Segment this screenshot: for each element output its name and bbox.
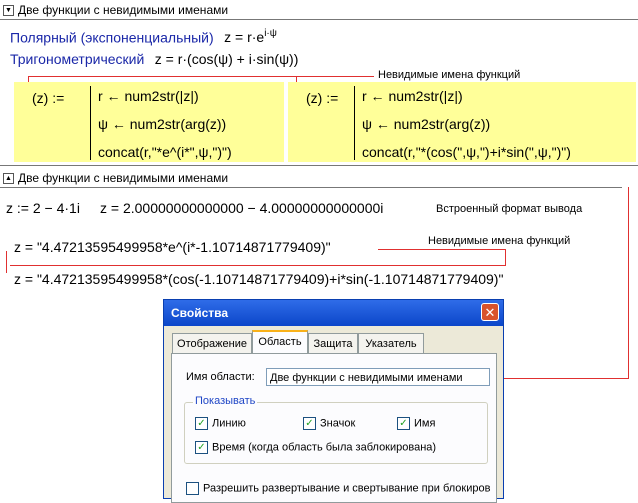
annotation2-connector <box>378 249 506 250</box>
dialog-titlebar[interactable]: Свойства ✕ <box>164 300 503 326</box>
checkbox-line[interactable]: ✓ Линию <box>195 417 246 430</box>
checkbox-time[interactable]: ✓ Время (когда область была заблокирована… <box>195 441 436 454</box>
program-bracket <box>354 86 355 160</box>
check-icon: ✓ <box>397 417 410 430</box>
function-head: (z) := <box>32 90 65 106</box>
program-line-3: concat(r,"*e^(i*",ψ,")") <box>98 144 232 160</box>
polar-label: Полярный (экспоненциальный) <box>10 29 214 46</box>
checkbox-empty <box>186 482 199 495</box>
function-head: (z) := <box>306 90 339 106</box>
region-header-expanded[interactable]: ▼ Две функции с невидимыми именами <box>0 2 228 18</box>
check-icon: ✓ <box>303 417 316 430</box>
check-icon: ✓ <box>195 417 208 430</box>
evaluation-expression[interactable]: z = 2.00000000000000 − 4.00000000000000i <box>100 200 383 216</box>
result-trig-format[interactable]: z = "4.47213595499958*(cos(-1.1071487177… <box>14 271 503 287</box>
checkbox-icon-label: Значок <box>320 417 356 430</box>
annotation-connector-line <box>28 76 374 77</box>
dialog-link-horizontal <box>482 378 629 379</box>
checkbox-time-label: Время (когда область была заблокирована) <box>212 441 437 454</box>
region-header-collapsed[interactable]: ▲ Две функции с невидимыми именами <box>0 170 228 186</box>
annotation2-left-arrow <box>6 251 7 273</box>
tab-panel: Имя области: Две функции с невидимыми им… <box>171 353 497 503</box>
checkbox-name[interactable]: ✓ Имя <box>397 417 435 430</box>
checkbox-allow-collapse[interactable]: Разрешить развертывание и свертывание пр… <box>186 482 490 495</box>
dialog-link-vertical <box>628 187 629 379</box>
tab-display[interactable]: Отображение <box>172 333 252 353</box>
region-name-label: Имя области: <box>186 371 255 383</box>
polar-exponent: i·ψ <box>264 28 277 39</box>
region-bottom-line <box>0 165 638 166</box>
show-group-label: Показывать <box>193 395 258 407</box>
annotation2-drop <box>505 249 506 265</box>
tab-pointer[interactable]: Указатель <box>358 333 424 353</box>
result-exp-format[interactable]: z = "4.47213595499958*e^(i*-1.1071487177… <box>14 239 331 255</box>
trig-label: Тригонометрический <box>10 51 145 67</box>
builtin-format-note: Встроенный формат вывода <box>436 203 583 215</box>
invisible-names-annotation: Невидимые имена функций <box>378 69 521 81</box>
check-icon: ✓ <box>195 441 208 454</box>
program-line-1: r ← num2str(|z|) <box>362 88 463 104</box>
checkbox-name-label: Имя <box>414 417 436 430</box>
checkbox-line-label: Линию <box>212 417 246 430</box>
assignment-expression[interactable]: z := 2 − 4·1i <box>6 200 80 216</box>
function-definition-trig[interactable]: (z) := r ← num2str(|z|) ψ ← num2str(arg(… <box>288 82 636 162</box>
trig-form-line: Тригонометрический z = r·(cos(ψ) + i·sin… <box>10 51 298 69</box>
region-header-title: Две функции с невидимыми именами <box>18 171 229 185</box>
checkbox-icon[interactable]: ✓ Значок <box>303 417 355 430</box>
dialog-title: Свойства <box>171 306 229 320</box>
region-header-title: Две функции с невидимыми именами <box>18 3 229 17</box>
program-line-1: r ← num2str(|z|) <box>98 88 199 104</box>
region-top-line <box>0 19 638 20</box>
checkbox-allow-label: Разрешить развертывание и свертывание пр… <box>203 482 491 495</box>
close-icon[interactable]: ✕ <box>481 303 499 321</box>
tab-protection[interactable]: Защита <box>308 333 358 353</box>
show-groupbox: Показывать ✓ Линию ✓ Значок ✓ Имя ✓ Время (к… <box>184 395 488 464</box>
program-line-2: ψ ← num2str(arg(z)) <box>362 116 491 132</box>
annotation2-baseline <box>10 265 506 266</box>
region-name-input[interactable]: Две функции с невидимыми именами <box>266 368 490 386</box>
collapse-toggle-icon[interactable]: ▼ <box>3 5 14 17</box>
program-line-2: ψ ← num2str(arg(z)) <box>98 116 227 132</box>
function-definition-exp[interactable]: (z) := r ← num2str(|z|) ψ ← num2str(arg(… <box>14 82 284 162</box>
program-bracket <box>90 86 91 160</box>
invisible-names-annotation-2: Невидимые имена функций <box>428 235 571 247</box>
polar-formula: z = r·e <box>224 29 265 46</box>
properties-dialog: Свойства ✕ Отображение Область Защита Ук… <box>163 299 504 503</box>
region-collapsed-line <box>0 187 622 188</box>
tab-region[interactable]: Область <box>252 330 308 354</box>
program-line-3: concat(r,"*(cos(",ψ,")+i*sin(",ψ,")") <box>362 144 571 160</box>
trig-formula: z = r·(cos(ψ) + i·sin(ψ)) <box>154 51 299 67</box>
expand-toggle-icon[interactable]: ▲ <box>3 173 14 185</box>
polar-form-line: Полярный (экспоненциальный) z = r·ei·ψ <box>10 28 277 47</box>
